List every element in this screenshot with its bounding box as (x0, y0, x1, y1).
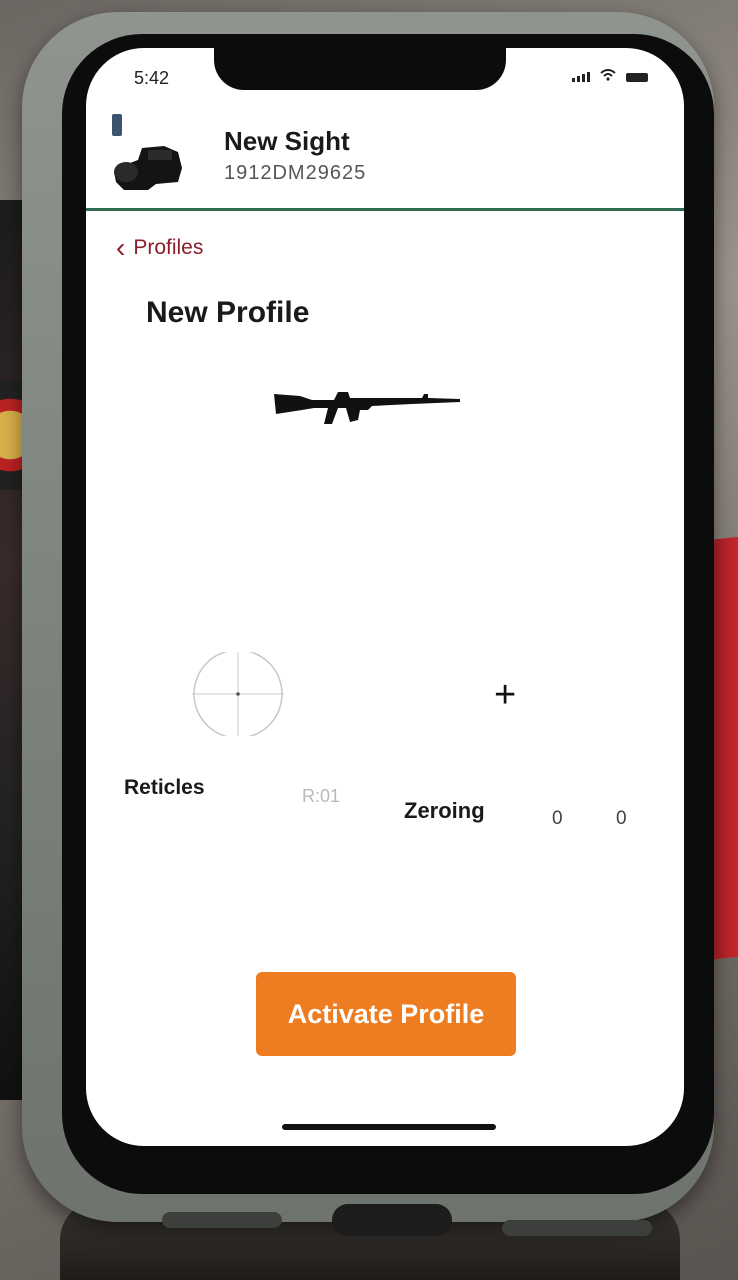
activate-profile-button[interactable]: Activate Profile (256, 972, 516, 1056)
status-icons (572, 68, 648, 86)
zeroing-x-value: 0 (552, 808, 563, 829)
case-slot-right (502, 1220, 652, 1236)
reticles-label: Reticles (124, 776, 205, 799)
status-time: 5:42 (134, 68, 170, 88)
app-header: New Sight 1912DM29625 (86, 98, 684, 211)
home-indicator[interactable] (282, 1124, 496, 1130)
signal-icon (572, 72, 590, 82)
device-serial: 1912DM29625 (224, 162, 367, 184)
reticle-icon[interactable] (192, 652, 284, 736)
phone-screen: 5:42 New Sight 1912DM29625 ‹ Profiles Ne… (86, 48, 684, 1146)
page-title: New Profile (146, 296, 310, 329)
device-name: New Sight (224, 126, 350, 156)
device-battery-icon (112, 114, 122, 136)
battery-icon (626, 72, 648, 82)
chevron-left-icon: ‹ (116, 232, 126, 263)
case-slot-left (162, 1212, 282, 1228)
device-image (114, 146, 182, 190)
wifi-icon (600, 68, 616, 86)
notch (214, 48, 506, 90)
zeroing-label: Zeroing (404, 798, 485, 823)
rifle-icon[interactable] (272, 380, 462, 428)
zeroing-y-value: 0 (616, 808, 627, 829)
reticle-value: R:01 (302, 786, 341, 806)
back-to-profiles-link[interactable]: ‹ Profiles (116, 234, 203, 262)
back-label: Profiles (133, 236, 204, 259)
charging-port (332, 1204, 452, 1236)
plus-icon[interactable]: + (494, 676, 516, 714)
